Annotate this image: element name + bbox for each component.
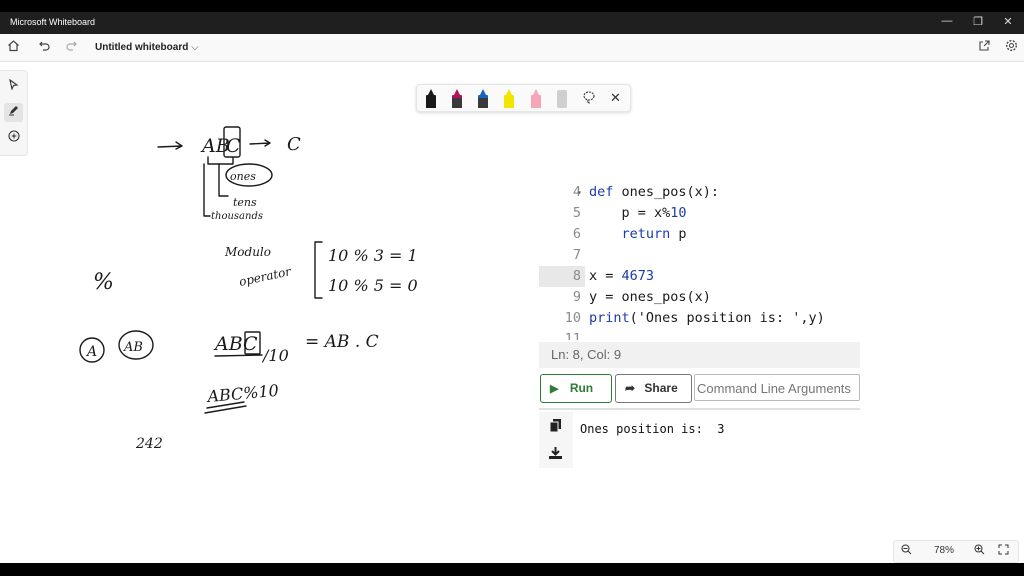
zoom-in-icon[interactable]	[974, 544, 985, 558]
output-sidebar	[539, 412, 573, 468]
ink-percent: %	[93, 270, 114, 295]
code-line[interactable]: 10 print('Ones position is: ',y)	[539, 308, 860, 329]
ink-operator: operator	[238, 264, 294, 289]
editor-status-bar: Ln: 8, Col: 9	[539, 342, 860, 368]
code-editor[interactable]: 4 ▾ def ones_pos(x): 5 p = x%10 6 return p78…	[539, 176, 860, 340]
download-icon[interactable]	[549, 446, 562, 464]
line-number: 5	[572, 205, 581, 221]
ink-tens: tens	[233, 196, 257, 209]
zoom-level: 78%	[934, 545, 955, 556]
line-number: 9	[572, 289, 581, 305]
code-ide-panel: 4 ▾ def ones_pos(x): 5 p = x%10 6 return p78…	[539, 176, 860, 468]
zoom-out-icon[interactable]	[901, 544, 912, 558]
ink-ones: ones	[230, 170, 256, 183]
line-number: 8	[539, 266, 585, 287]
share-button[interactable]: ➦ Share	[615, 374, 692, 403]
code-text: y = ones_pos(x)	[589, 289, 711, 305]
ink-242: 242	[135, 436, 163, 452]
zoom-control: 78%	[893, 540, 1019, 563]
ink-thousands: thousands	[211, 211, 263, 222]
code-text: def ones_pos(x):	[589, 184, 720, 200]
run-label: Run	[569, 381, 594, 395]
ink-ex1: 10 % 3 = 1	[328, 246, 418, 265]
ink-c: C	[287, 134, 301, 155]
code-line[interactable]: 9 y = ones_pos(x)	[539, 287, 860, 308]
ink-abc-c: C	[226, 135, 241, 157]
run-button[interactable]: ▶ Run	[540, 374, 612, 403]
share-label: Share	[644, 381, 678, 395]
ink-abc-mod10: ABC%10	[205, 381, 280, 406]
editor-actions: ▶ Run ➦ Share Command Line Arguments	[539, 372, 860, 410]
ink-result: = AB . C	[305, 332, 379, 352]
line-number: 7	[572, 247, 581, 263]
fold-arrow-icon[interactable]: ▾	[577, 182, 582, 203]
ink-div10: /10	[261, 346, 289, 365]
code-line[interactable]: 6 return p	[539, 224, 860, 245]
code-line[interactable]: 5 p = x%10	[539, 203, 860, 224]
ink-ex2: 10 % 5 = 0	[328, 276, 418, 295]
cursor-position: Ln: 8, Col: 9	[551, 347, 622, 362]
line-number: 10	[564, 310, 581, 326]
ink-abc-div: ABC	[213, 333, 258, 355]
code-line[interactable]: 11	[539, 329, 860, 340]
code-text: x = 4673	[589, 268, 655, 284]
share-arrow-icon: ➦	[625, 381, 636, 395]
line-number: 6	[572, 226, 581, 242]
code-text: print('Ones position is: ',y)	[589, 310, 825, 326]
play-icon: ▶	[550, 383, 559, 395]
output-console: Ones position is: 3	[539, 412, 860, 468]
command-line-arguments-input[interactable]: Command Line Arguments	[694, 374, 860, 401]
whiteboard-ink: AB C C ones tens thousands Modulo operat…	[79, 126, 418, 452]
code-line[interactable]: 8x = 4673	[539, 266, 860, 287]
program-output: Ones position is: 3	[580, 422, 725, 436]
ink-ab: AB	[123, 340, 143, 355]
fit-to-screen-icon[interactable]	[998, 544, 1009, 558]
ink-a: A	[85, 344, 97, 360]
code-line[interactable]: 7	[539, 245, 860, 266]
copy-icon[interactable]	[549, 419, 561, 437]
ink-modulo: Modulo	[224, 245, 271, 259]
line-number: 11	[564, 331, 581, 340]
code-text: p = x%10	[589, 205, 687, 221]
code-line[interactable]: 4 ▾ def ones_pos(x):	[539, 182, 860, 203]
code-text: return p	[621, 226, 687, 242]
